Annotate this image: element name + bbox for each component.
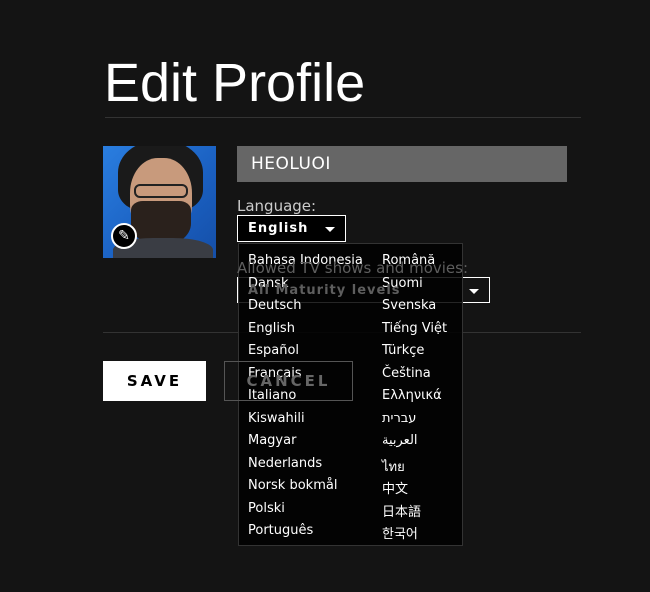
profile-name-input[interactable] [237,146,567,182]
language-option[interactable]: Polski [248,501,285,516]
language-option[interactable]: Magyar [248,433,296,448]
caret-down-icon [325,227,335,232]
save-button[interactable]: SAVE [103,361,206,401]
pencil-icon[interactable]: ✎ [111,223,137,249]
maturity-selected-value: All Maturity levels [248,282,401,298]
page-title: Edit Profile [104,53,366,113]
language-option[interactable]: עברית [382,411,416,426]
divider [105,117,581,118]
caret-down-icon [469,289,479,294]
language-option[interactable]: Ελληνικά [382,388,442,403]
language-option[interactable]: Svenska [382,298,436,313]
language-option[interactable]: 한국어 [382,523,418,542]
language-option[interactable]: Español [248,343,299,358]
language-option[interactable]: Português [248,523,313,538]
language-option[interactable]: Tiếng Việt [382,321,447,336]
language-option[interactable]: 日本語 [382,501,421,520]
language-selected-value: English [248,221,309,236]
cancel-button[interactable]: CANCEL [224,361,353,401]
language-select[interactable]: English [237,215,346,242]
language-option[interactable]: Čeština [382,366,431,381]
maturity-label: Allowed TV shows and movies: [237,259,469,277]
language-label: Language: [237,197,317,215]
language-option[interactable]: Deutsch [248,298,302,313]
language-option[interactable]: Kiswahili [248,411,305,426]
language-option[interactable]: English [248,321,295,336]
language-option[interactable]: العربية [382,433,418,448]
language-option[interactable]: Norsk bokmål [248,478,337,493]
language-option[interactable]: ไทย [382,456,405,477]
language-option[interactable]: Türkçe [382,343,424,358]
language-option[interactable]: Nederlands [248,456,322,471]
language-option[interactable]: 中文 [382,478,408,497]
